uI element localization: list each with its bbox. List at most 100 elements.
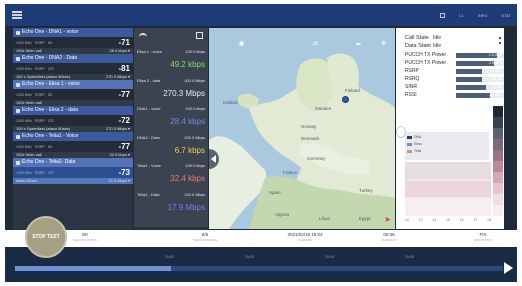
throughput-row: Telia1 - Voice 100.0 kbps 32.4 kbps — [134, 160, 208, 188]
throughput-label: Telia1 - Voice — [137, 163, 161, 168]
kpi-label: SINR — [405, 84, 417, 90]
x-tick-label: 16 — [459, 218, 464, 222]
kpi-value: -62 dBm — [488, 93, 502, 97]
throughput-row: Telia2 - Data 100.0 Mbps 17.9 Mbps — [134, 189, 208, 217]
top-tabs: L1 INFO STAT — [440, 4, 511, 26]
status-key: TESTS RUNNING — [192, 238, 218, 242]
x-tick-label: 18 — [487, 218, 491, 222]
kpi-bar: 1.0 dBm — [456, 53, 504, 58]
kpi-fill — [456, 85, 486, 90]
command-value: 270.3 Mbps ▾ — [105, 74, 130, 79]
tab-info[interactable]: INFO — [478, 13, 488, 18]
device-stats: 1000 MHz RSRP LTE -81 — [13, 63, 133, 74]
status-item: 00:06 DURATION — [349, 232, 429, 242]
device-command[interactable]: ataxu 60sec 13.3 Mbps ▾ — [13, 178, 133, 184]
status-bar: OK DEVICE STATUS 6/6 TESTS RUNNING 2021/02/1… — [5, 230, 517, 247]
device-stat: 5G — [47, 40, 53, 45]
kpi-bar: 2.5 dBm — [456, 61, 504, 66]
device-name: Echo One - Elisa 2 - data — [22, 107, 78, 113]
device-stats: 1000 MHz RSRP 5G -77 — [13, 89, 133, 100]
phone-icon — [16, 56, 20, 61]
data-state-value: Idle — [433, 43, 442, 49]
x-tick-label: 14 — [432, 218, 437, 222]
device-header[interactable]: Echo One - Telia2- Data — [13, 158, 133, 167]
legend-swatch — [407, 150, 412, 153]
device-stat: RSRP — [34, 40, 45, 45]
device-stat: 5G — [47, 92, 53, 97]
device-stat: RSRP — [34, 92, 45, 97]
device-stats: 1000 MHz RSRP 5G -77 — [13, 141, 133, 152]
route-icon[interactable]: ⇄ — [313, 40, 318, 47]
legend-label: Telia — [414, 149, 422, 153]
throughput-label: Elisa 1 - voice — [137, 49, 162, 54]
device-card[interactable]: Echo One - Telia1 - Voice 1000 MHz RSRP 5G -… — [13, 132, 133, 158]
command-value: 32.0 kbps ▾ — [109, 152, 130, 157]
timeline-label: 15:02 — [165, 255, 174, 259]
device-card[interactable]: Echo One - DNA2 - Data 1000 MHz RSRP LTE -81… — [13, 54, 133, 80]
location-pin-icon[interactable] — [342, 96, 349, 103]
more-options-icon[interactable] — [499, 37, 501, 44]
menu-icon[interactable] — [12, 11, 22, 19]
device-stat: LTE — [47, 118, 54, 123]
settings-icon[interactable]: ⚙ — [381, 40, 386, 47]
kpi-row: RSSI -62 dBm — [405, 92, 504, 99]
command-value: 270.3 Mbps ▾ — [105, 126, 130, 131]
legend-swatch — [407, 143, 412, 146]
throughput-max: 100.0 Mbps — [184, 77, 205, 83]
throughput-label: DNA1 - voice — [137, 106, 161, 111]
signal-value: -71 — [118, 38, 130, 47]
throughput-max: 100.0 Mbps — [184, 191, 205, 197]
expand-icon[interactable] — [196, 32, 203, 39]
device-header[interactable]: Echo One - DNA1 - voice — [13, 28, 133, 37]
kpi-value: -10 dB — [491, 77, 502, 81]
timeline-track[interactable] — [15, 266, 503, 271]
throughput-row: Elisa 2 - data 100.0 Mbps 270.3 Mbps — [134, 75, 208, 103]
kpi-label: PUCCH TX Power — [405, 52, 447, 58]
layers-icon[interactable]: ◼ — [239, 40, 244, 47]
device-card[interactable]: Echo One - Elisa 1 - voice 1000 MHz RSRP 5G… — [13, 80, 133, 106]
device-header[interactable]: Echo One - Elisa 1 - voice — [13, 80, 133, 89]
status-key: DURATION — [381, 238, 397, 242]
tab-l1[interactable]: L1 — [459, 13, 463, 18]
legend-swatch — [407, 136, 412, 139]
map-view[interactable]: ◼ ⇄ ☁ ⚙ Iceland Sweden Finland Norway De… — [209, 28, 395, 229]
device-card[interactable]: Echo One - DNA1 - voice 1000 MHz RSRP 5G -71… — [13, 28, 133, 54]
status-value: 6/6 — [201, 232, 209, 237]
panel-resize-handle[interactable] — [396, 126, 406, 138]
timeline: 15:02 15:03 15:04 15:05 — [5, 248, 517, 282]
device-card[interactable]: Echo One - Telia2- Data 1000 MHz RSRP LTE -7… — [13, 158, 133, 184]
device-stat: LTE — [47, 66, 54, 71]
device-name: Echo One - DNA2 - Data — [22, 55, 78, 61]
device-header[interactable]: Echo One - Elisa 2 - data — [13, 106, 133, 115]
call-state-label: Call State — [405, 35, 429, 41]
grid-icon[interactable] — [440, 12, 446, 18]
device-card[interactable]: Echo One - Elisa 2 - data 1000 MHz RSRP LTE… — [13, 106, 133, 132]
device-header[interactable]: Echo One - DNA2 - Data — [13, 54, 133, 63]
phone-icon — [16, 134, 20, 139]
kpi-row: RSRQ -10 dB — [405, 76, 504, 83]
status-item: FIX GPS STATUS — [443, 232, 517, 242]
device-stats: 1000 MHz RSRP LTE -72 — [13, 115, 133, 126]
play-icon[interactable] — [504, 262, 513, 274]
command-label: ataxu 60sec — [16, 178, 38, 183]
chart-x-axis: 12 13 14 15 16 17 18 — [405, 218, 491, 224]
signal-value: -73 — [118, 168, 130, 177]
tab-stat[interactable]: STAT — [501, 13, 511, 18]
kpi-label: PUCCH TX Power — [405, 60, 447, 66]
throughput-max: 100.0 Mbps — [184, 134, 205, 140]
stop-test-button[interactable]: STOP TEST — [25, 216, 67, 258]
navigation-arrow-icon[interactable]: ➤ — [384, 215, 391, 224]
device-stat: RSRP — [34, 144, 45, 149]
command-value: 13.3 Mbps ▾ — [108, 178, 130, 183]
device-name: Echo One - Telia2- Data — [22, 159, 76, 165]
kpi-value: 1.0 dBm — [488, 53, 502, 57]
cloud-icon[interactable]: ☁ — [355, 40, 361, 47]
kpi-row: RSRP -98 dBm — [405, 68, 504, 75]
kpi-label: RSRP — [405, 68, 419, 74]
device-header[interactable]: Echo One - Telia1 - Voice — [13, 132, 133, 141]
map-label-france: France — [283, 170, 298, 175]
map-label-sweden: Sweden — [315, 106, 332, 111]
app-window: L1 INFO STAT Echo One - DNA1 - voice 1000… — [5, 4, 517, 282]
timeline-label: 15:03 — [245, 255, 254, 259]
map-label-iceland: Iceland — [223, 100, 238, 105]
